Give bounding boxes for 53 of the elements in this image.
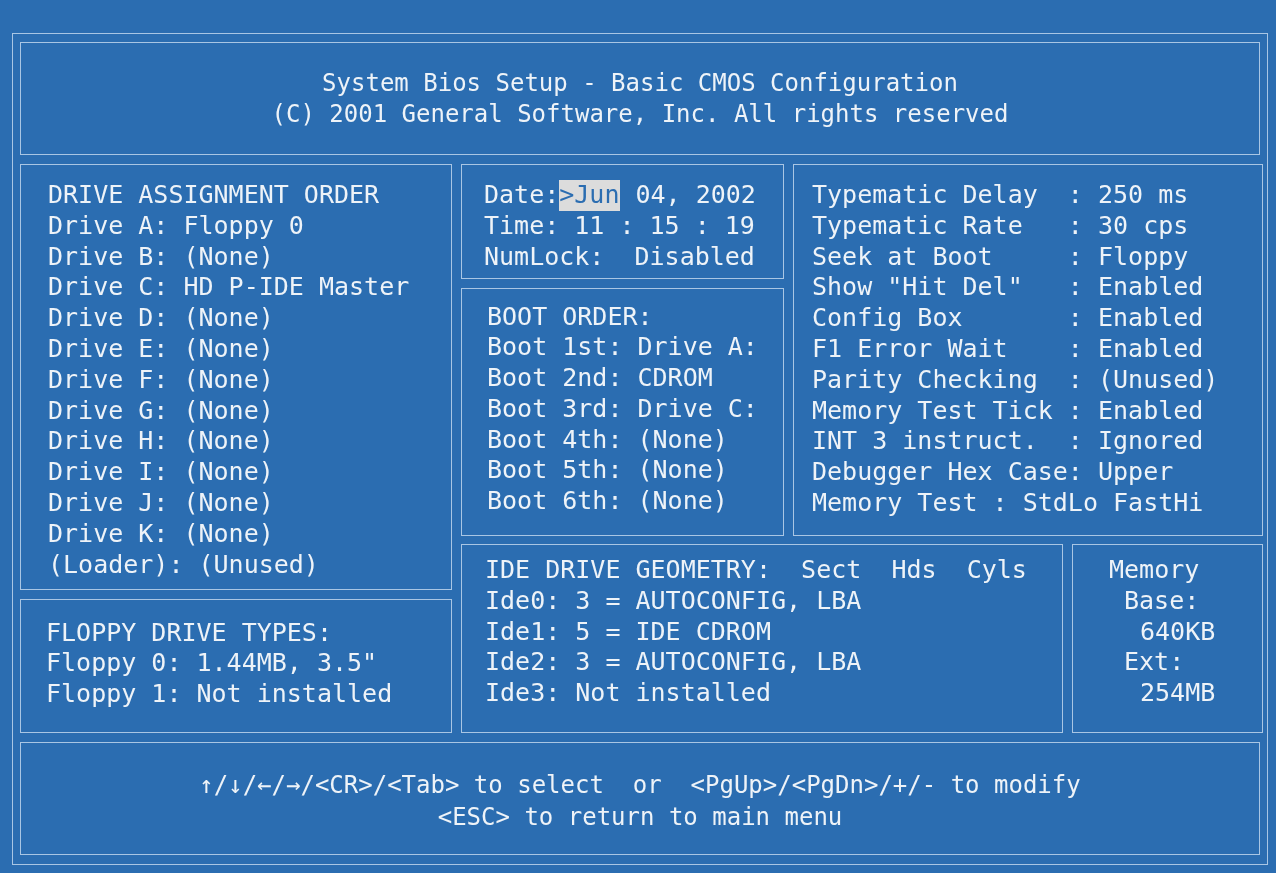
drive-assignment-entry: Drive A: Floppy 0 (48, 210, 304, 242)
floppy-type-entry: Floppy 0: 1.44MB, 3.5" (46, 648, 378, 680)
setting-entry: F1 Error Wait : Enabled (812, 334, 1204, 365)
drive-assignment-entry: (Loader): (Unused) (48, 549, 319, 581)
boot-order-entry: Boot 2nd: CDROM (487, 363, 713, 394)
date-field[interactable]: 04, 2002 (635, 180, 756, 211)
setting-entry: Seek at Boot : Floppy (812, 241, 1189, 273)
boot-order-entry: Boot 1st: Drive A: (487, 332, 758, 364)
drive-assignment-entry: Drive E: (None) (48, 334, 274, 365)
setting-entry: INT 3 instruct. : Ignored (812, 426, 1204, 458)
drive-assignment-entry: Drive H: (None) (48, 426, 274, 458)
ide-drive-entry: Ide1: 5 = IDE CDROM (485, 616, 771, 648)
date-field[interactable]: >Jun (559, 180, 621, 211)
drive-assignment-entry: Drive F: (None) (48, 364, 274, 396)
drive-assignment-entry: Drive B: (None) (48, 241, 274, 273)
screen-title: System Bios Setup - Basic CMOS Configuration (322, 67, 958, 99)
floppy-type-entry: Floppy 1: Not installed (46, 679, 393, 710)
section-heading: DRIVE ASSIGNMENT ORDER (48, 180, 380, 211)
key-help-text: <ESC> to return to main menu (437, 802, 843, 833)
copyright-text: (C) 2001 General Software, Inc. All rights reserved (271, 98, 1009, 130)
setting-entry: Time: 11 : 15 : 19 (484, 210, 755, 242)
setting-entry: Typematic Rate : 30 cps (812, 210, 1189, 242)
boot-order-entry: Boot 6th: (None) (487, 486, 728, 518)
ide-drive-entry: Ide0: 3 = AUTOCONFIG, LBA (485, 585, 862, 617)
boot-order-entry: Boot 5th: (None) (487, 455, 728, 487)
boot-order-entry: Boot 4th: (None) (487, 424, 728, 456)
setting-entry: Show "Hit Del" : Enabled (812, 272, 1204, 304)
setting-entry: Debugger Hex Case: Upper (812, 457, 1174, 488)
drive-assignment-entry: Drive D: (None) (48, 303, 274, 334)
setting-entry: Memory Test : StdLo FastHi (812, 487, 1204, 519)
boot-order-entry: Boot 3rd: Drive C: (487, 393, 758, 425)
ide-drive-entry: Ide2: 3 = AUTOCONFIG, LBA (485, 647, 862, 679)
setting-entry: NumLock: Disabled (484, 241, 755, 273)
ide-drive-entry: Ide3: Not installed (485, 678, 771, 709)
section-heading: IDE DRIVE GEOMETRY: Sect Hds Cyls (485, 555, 1027, 586)
memory-value: 254MB (1140, 678, 1216, 709)
drive-assignment-entry: Drive G: (None) (48, 395, 274, 427)
date-label: Date: (484, 180, 560, 211)
section-heading: Memory (1109, 555, 1200, 586)
setting-entry: Memory Test Tick : Enabled (812, 395, 1204, 427)
setting-entry: Typematic Delay : 250 ms (812, 180, 1189, 211)
memory-label: Ext: (1124, 647, 1185, 679)
setting-entry: Parity Checking : (Unused) (812, 364, 1219, 396)
key-help-text: ↑/↓/←/→/<CR>/<Tab> to select or <PgUp>/<PgDn>/+/- to modify (199, 770, 1081, 801)
memory-value: 640KB (1140, 616, 1216, 648)
drive-assignment-entry: Drive J: (None) (48, 487, 274, 519)
setting-entry: Config Box : Enabled (812, 303, 1204, 334)
section-heading: BOOT ORDER: (487, 301, 653, 333)
memory-label: Base: (1124, 585, 1200, 617)
drive-assignment-entry: Drive I: (None) (48, 457, 274, 488)
section-heading: FLOPPY DRIVE TYPES: (46, 617, 332, 649)
drive-assignment-entry: Drive K: (None) (48, 518, 274, 550)
drive-assignment-entry: Drive C: HD P-IDE Master (48, 272, 410, 304)
